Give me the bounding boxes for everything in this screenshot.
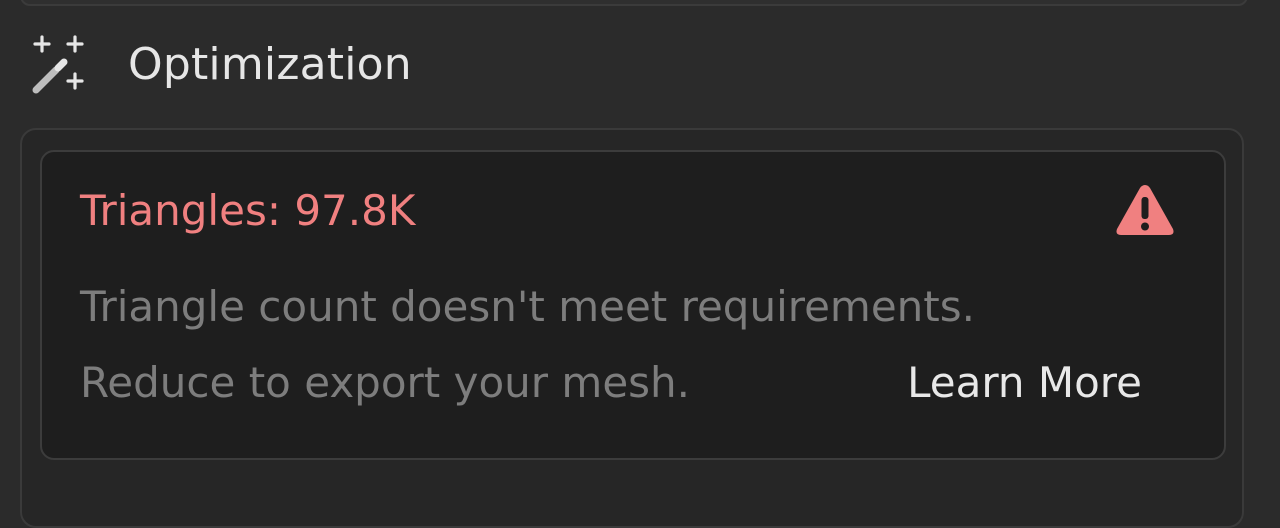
warning-triangle-icon: [1116, 185, 1174, 235]
reduce-message: Reduce to export your mesh.: [80, 358, 691, 407]
magic-wand-sparkles-icon: [32, 35, 84, 94]
previous-panel-edge: [20, 0, 1248, 6]
triangle-warning-card: Triangles: 97.8K Triangle count doesn't …: [40, 150, 1226, 460]
section-title: Optimization: [128, 38, 412, 90]
triangle-count-label: Triangles: 97.8K: [80, 186, 416, 235]
requirement-message: Triangle count doesn't meet requirements…: [80, 282, 976, 331]
learn-more-link[interactable]: Learn More: [907, 358, 1142, 407]
optimization-section-header[interactable]: Optimization: [28, 30, 412, 98]
